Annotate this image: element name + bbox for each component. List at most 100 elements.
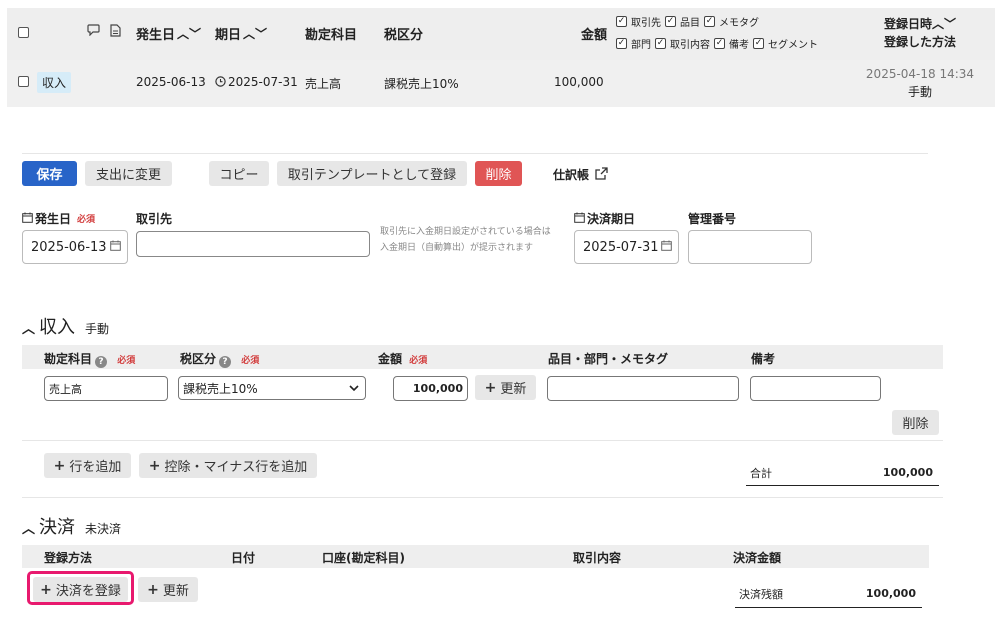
- toggle-note-checkbox[interactable]: ✓: [714, 38, 725, 49]
- copy-button[interactable]: コピー: [209, 161, 269, 186]
- income-account-input[interactable]: 売上高: [44, 376, 168, 401]
- toggle-dept-checkbox[interactable]: ✓: [616, 38, 627, 49]
- issue-date-value: 2025-06-13: [31, 239, 107, 255]
- income-amount-value: 100,000: [412, 382, 463, 395]
- divider: [22, 440, 943, 441]
- payment-col-date: 日付: [231, 551, 256, 565]
- toggle-segment-checkbox[interactable]: ✓: [753, 38, 764, 49]
- income-note-input[interactable]: [750, 376, 881, 401]
- income-col-items: 品目・部門・メモタグ: [548, 352, 669, 366]
- income-col-amount: 金額 必須: [378, 350, 427, 367]
- delete-button[interactable]: 削除: [475, 161, 522, 186]
- payment-title: 決済: [39, 517, 76, 538]
- sort-icon: ︿﹀: [932, 17, 957, 31]
- income-account-value: 売上高: [49, 382, 82, 396]
- payment-balance-value: 100,000: [865, 587, 916, 600]
- income-total-label: 合計: [750, 466, 772, 480]
- payment-col-amount: 決済金額: [733, 551, 782, 565]
- due-date-label-text: 決済期日: [587, 212, 636, 226]
- income-title: 収入: [39, 317, 76, 338]
- save-button[interactable]: 保存: [22, 161, 77, 186]
- register-template-button[interactable]: 取引テンプレートとして登録: [277, 161, 467, 186]
- calendar-icon: [110, 240, 121, 255]
- due-date-value: 2025-07-31: [583, 239, 659, 255]
- payment-balance: 決済残額 100,000: [735, 580, 922, 608]
- sort-issue-date[interactable]: 発生日 ︿﹀: [136, 24, 201, 43]
- income-col-account: 勘定科目? 必須: [44, 350, 135, 368]
- toggle-label: 部門: [631, 40, 651, 51]
- payment-section-header[interactable]: ︿ 決済 未決済: [22, 513, 121, 539]
- income-col-tax: 税区分? 必須: [180, 350, 259, 368]
- payment-balance-label: 決済残額: [739, 587, 783, 601]
- required-badge: 必須: [409, 356, 428, 366]
- row-checkbox[interactable]: [18, 76, 29, 87]
- partner-input[interactable]: [136, 231, 370, 257]
- income-items-input[interactable]: [547, 376, 739, 401]
- partner-note: 取引先に入金期日設定がされている場合は 入金期日（自動算出）が提示されます: [380, 224, 551, 256]
- income-update-button[interactable]: + 更新: [475, 375, 536, 400]
- payment-table-header: [22, 545, 929, 568]
- issue-date-input[interactable]: 2025-06-13: [22, 230, 128, 264]
- divider: [22, 153, 928, 154]
- calendar-icon: [574, 212, 585, 226]
- calendar-icon: [22, 212, 33, 226]
- row-issue-date: 2025-06-13: [136, 75, 206, 89]
- mgmt-no-label: 管理番号: [688, 212, 737, 226]
- income-total-value: 100,000: [882, 466, 933, 479]
- add-row-button[interactable]: + 行を追加: [44, 453, 131, 478]
- payment-col-method: 登録方法: [44, 551, 93, 565]
- sort-registered[interactable]: 登録日時︿﹀: [870, 15, 970, 32]
- payment-col-account: 口座(勘定科目): [322, 551, 405, 565]
- file-icon: [110, 24, 121, 40]
- add-minus-row-button[interactable]: + 控除・マイナス行を追加: [139, 453, 317, 478]
- clock-icon: [215, 76, 226, 90]
- chevron-down-icon: [349, 381, 359, 395]
- partner-label: 取引先: [136, 212, 173, 226]
- income-section-header[interactable]: ︿ 収入 手動: [22, 313, 109, 339]
- row-registered-at: 2025-04-18 14:34: [865, 67, 975, 81]
- plus-icon: +: [484, 379, 497, 396]
- income-amount-input[interactable]: 100,000: [393, 376, 468, 401]
- help-icon[interactable]: ?: [95, 356, 108, 368]
- help-icon[interactable]: ?: [219, 356, 232, 368]
- col-issue-date: 発生日: [136, 28, 176, 43]
- add-minus-row-label: 控除・マイナス行を追加: [164, 460, 308, 475]
- row-tax: 課税売上10%: [384, 77, 459, 91]
- journal-link[interactable]: 仕訳帳: [553, 166, 608, 183]
- partner-note-line: 取引先に入金期日設定がされている場合は: [380, 227, 551, 237]
- divider: [22, 497, 943, 498]
- issue-date-label: 発生日 必須: [22, 210, 95, 227]
- payment-update-button[interactable]: + 更新: [138, 577, 198, 602]
- income-col-account-label: 勘定科目: [44, 352, 93, 366]
- type-badge: 収入: [37, 72, 72, 93]
- toggle-partner-checkbox[interactable]: ✓: [616, 16, 627, 27]
- income-col-note: 備考: [751, 352, 776, 366]
- toggle-label: 備考: [729, 40, 749, 51]
- income-mode: 手動: [85, 322, 110, 336]
- add-row-label: 行を追加: [69, 460, 122, 475]
- col-amount: 金額: [581, 28, 608, 43]
- chevron-up-icon: ︿: [22, 522, 36, 537]
- register-payment-label: 決済を登録: [55, 584, 121, 599]
- due-date-input[interactable]: 2025-07-31: [574, 230, 679, 264]
- issue-date-label-text: 発生日: [35, 212, 72, 226]
- plus-icon: +: [148, 457, 161, 474]
- toggle-memo-checkbox[interactable]: ✓: [704, 16, 715, 27]
- income-tax-value: 課税売上10%: [183, 381, 258, 396]
- required-badge: 必須: [77, 215, 96, 225]
- toggle-desc-checkbox[interactable]: ✓: [655, 38, 666, 49]
- external-link-icon: [595, 166, 608, 183]
- journal-label: 仕訳帳: [553, 168, 590, 182]
- income-tax-select[interactable]: 課税売上10%: [178, 376, 366, 400]
- row-method: 手動: [907, 85, 932, 99]
- comment-icon: [87, 24, 100, 39]
- payment-status: 未決済: [85, 522, 122, 536]
- register-payment-button[interactable]: + 決済を登録: [33, 577, 128, 602]
- sort-due-date[interactable]: 期日 ︿﹀: [215, 24, 267, 43]
- income-row-delete-button[interactable]: 削除: [892, 410, 939, 435]
- mgmt-no-input[interactable]: [688, 230, 812, 264]
- toggle-item-checkbox[interactable]: ✓: [665, 16, 676, 27]
- select-all-checkbox[interactable]: [18, 27, 29, 38]
- toggle-label: 取引先: [631, 18, 661, 29]
- change-to-expense-button[interactable]: 支出に変更: [85, 161, 172, 186]
